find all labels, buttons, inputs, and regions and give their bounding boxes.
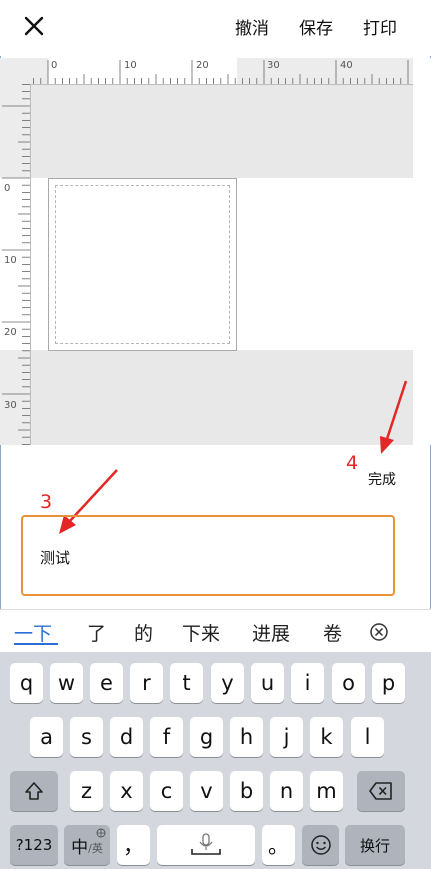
- key-l[interactable]: l: [351, 717, 384, 757]
- key-j[interactable]: j: [270, 717, 303, 757]
- ruler-top-label: 0: [51, 60, 58, 71]
- ruler-top-label: 20: [196, 60, 209, 71]
- space-key[interactable]: [157, 825, 255, 865]
- emoji-icon: [310, 835, 331, 855]
- key-e[interactable]: e: [90, 663, 123, 703]
- label-paper[interactable]: [48, 178, 237, 351]
- key-q[interactable]: q: [10, 663, 43, 703]
- key-d[interactable]: d: [110, 717, 143, 757]
- ruler-top-label: 30: [267, 60, 280, 71]
- key-z[interactable]: z: [70, 771, 103, 811]
- shift-icon: [25, 782, 43, 800]
- key-f[interactable]: f: [150, 717, 183, 757]
- language-key-sub: /英: [88, 842, 103, 855]
- candidate-item[interactable]: 一下: [14, 619, 52, 646]
- candidate-item[interactable]: 卷: [323, 619, 342, 646]
- numbers-key[interactable]: ?123: [10, 825, 58, 865]
- key-x[interactable]: x: [110, 771, 143, 811]
- emoji-key[interactable]: [302, 825, 339, 865]
- candidate-item[interactable]: 了: [87, 619, 106, 646]
- ime-candidate-bar: 一下 了 的 下来 进展 卷: [0, 609, 431, 653]
- backspace-icon: [369, 782, 392, 800]
- key-y[interactable]: y: [211, 663, 244, 703]
- key-c[interactable]: c: [150, 771, 183, 811]
- annotation-step-4: 4: [346, 452, 359, 474]
- key-n[interactable]: n: [270, 771, 303, 811]
- key-r[interactable]: r: [130, 663, 163, 703]
- language-key-main: 中: [71, 837, 89, 858]
- microphone-icon: [191, 833, 221, 855]
- undo-button[interactable]: 撤消: [235, 14, 269, 39]
- candidate-underline: [14, 643, 58, 645]
- text-input-value: 测试: [40, 549, 71, 567]
- key-u[interactable]: u: [251, 663, 284, 703]
- backspace-key[interactable]: [357, 771, 405, 811]
- key-b[interactable]: b: [230, 771, 263, 811]
- ruler-left-label: 20: [4, 327, 17, 338]
- key-g[interactable]: g: [190, 717, 223, 757]
- ruler-left-label: 10: [4, 255, 17, 266]
- key-m[interactable]: m: [310, 771, 343, 811]
- key-s[interactable]: s: [70, 717, 103, 757]
- key-a[interactable]: a: [30, 717, 63, 757]
- annotation-arrow-4: [380, 380, 408, 454]
- ruler-left-label: 0: [4, 183, 11, 194]
- period-key[interactable]: 。: [262, 825, 295, 865]
- enter-key[interactable]: 换行: [345, 825, 405, 865]
- keyboard: q w e r t y u i o p a s d f g h j k l z …: [0, 652, 431, 869]
- key-v[interactable]: v: [190, 771, 223, 811]
- ruler-vertical: 0 10 20 30: [0, 84, 31, 445]
- annotation-step-3: 3: [40, 491, 53, 513]
- candidate-item[interactable]: 的: [134, 619, 153, 646]
- done-button[interactable]: 完成: [368, 469, 396, 489]
- canvas-right-edge: [413, 58, 431, 445]
- candidate-item[interactable]: 进展: [252, 619, 290, 646]
- key-h[interactable]: h: [230, 717, 263, 757]
- print-button[interactable]: 打印: [363, 14, 397, 39]
- ruler-top-label: 10: [124, 60, 137, 71]
- key-p[interactable]: p: [372, 663, 405, 703]
- clear-candidates-icon[interactable]: [369, 622, 389, 642]
- save-button[interactable]: 保存: [299, 14, 333, 39]
- label-print-area: [55, 185, 230, 344]
- key-i[interactable]: i: [291, 663, 324, 703]
- top-bar: 撤消 保存 打印: [0, 0, 431, 56]
- key-k[interactable]: k: [310, 717, 343, 757]
- key-o[interactable]: o: [332, 663, 365, 703]
- key-t[interactable]: t: [170, 663, 203, 703]
- close-icon[interactable]: [22, 14, 46, 38]
- language-switch-key[interactable]: 中/英: [64, 825, 110, 865]
- candidate-item[interactable]: 下来: [182, 619, 220, 646]
- globe-icon: [96, 828, 106, 838]
- key-w[interactable]: w: [50, 663, 83, 703]
- comma-key[interactable]: ，: [117, 825, 150, 865]
- text-input-box[interactable]: 测试: [21, 515, 395, 596]
- ruler-horizontal: 0 10 20 30 40: [0, 58, 413, 85]
- ruler-top-label: 40: [340, 60, 353, 71]
- shift-key[interactable]: [10, 771, 58, 811]
- ruler-left-label: 30: [4, 400, 17, 411]
